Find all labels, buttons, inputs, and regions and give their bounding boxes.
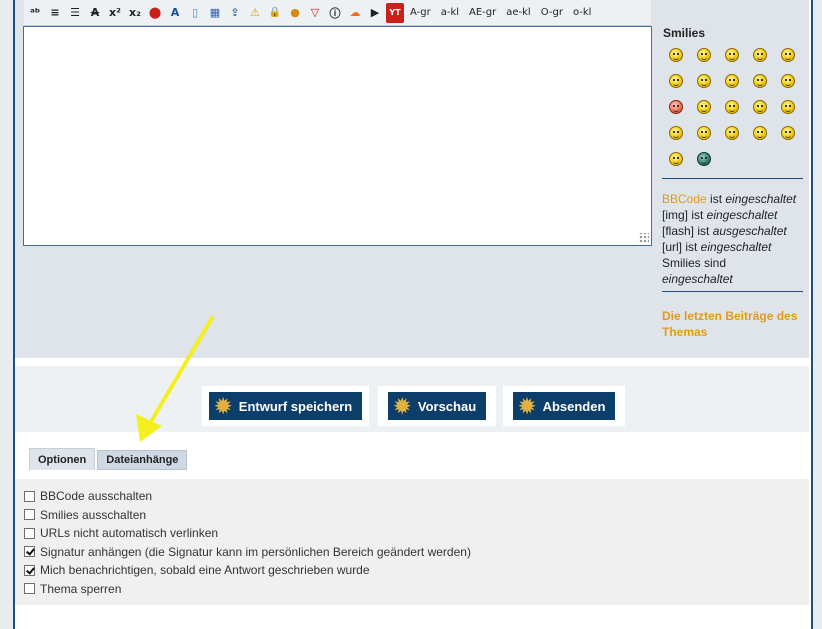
O-gr-button[interactable]: O-gr <box>537 3 567 23</box>
confused-icon[interactable] <box>753 74 767 88</box>
divider <box>662 178 803 179</box>
mad-icon[interactable] <box>669 100 683 114</box>
soundcloud-icon[interactable]: ☁ <box>346 3 364 23</box>
sad-icon[interactable] <box>725 48 739 62</box>
smilies-grid <box>669 48 804 166</box>
alien-icon[interactable] <box>697 152 711 166</box>
o-kl-button[interactable]: o-kl <box>569 3 595 23</box>
smile-icon[interactable] <box>669 48 683 62</box>
superscript-icon[interactable]: x² <box>106 3 124 23</box>
disable-magic-url-checkbox[interactable] <box>24 527 35 539</box>
attach-signature-checkbox[interactable] <box>24 546 35 558</box>
subscript-icon[interactable]: x₂ <box>126 3 144 23</box>
eek-icon[interactable] <box>781 48 795 62</box>
preview-button-wrap: Vorschau <box>378 386 496 426</box>
option-attach-signature: Signatur anhängen (die Signatur kann im … <box>24 543 471 562</box>
neutral2-icon[interactable] <box>669 152 683 166</box>
a-kl-button[interactable]: a-kl <box>437 3 463 23</box>
forum-logo-icon <box>215 394 233 419</box>
frown-icon[interactable] <box>697 100 711 114</box>
lock-icon[interactable]: 🔒 <box>266 3 284 23</box>
idea-icon[interactable] <box>753 126 767 140</box>
disable-bbcode-checkbox[interactable] <box>24 490 35 502</box>
option-notify: Mich benachrichtigen, sobald eine Antwor… <box>24 561 471 580</box>
question-icon[interactable] <box>725 126 739 140</box>
notify-checkbox[interactable] <box>24 564 35 576</box>
font-icon[interactable]: A <box>166 3 184 23</box>
evil-icon[interactable] <box>725 100 739 114</box>
cool-icon[interactable] <box>697 74 711 88</box>
bbcode-link[interactable]: BBCode <box>662 192 707 206</box>
option-lock-topic: Thema sperren <box>24 580 471 599</box>
preview-button[interactable]: Vorschau <box>387 392 487 420</box>
bbcode-status: BBCode ist eingeschaltet [img] ist einge… <box>662 192 797 286</box>
twisted-icon[interactable] <box>753 100 767 114</box>
forum-logo-icon <box>394 394 412 419</box>
submit-button-wrap: Absenden <box>503 386 625 426</box>
submit-buttons-bar: Entwurf speichern Vorschau Absenden <box>15 358 809 432</box>
wink-icon[interactable] <box>669 126 683 140</box>
last-posts-link[interactable]: Die letzten Beiträge des Themas <box>662 308 804 340</box>
ae-kl-button[interactable]: ae-kl <box>502 3 534 23</box>
info-icon[interactable]: ⓘ <box>326 3 344 23</box>
rolleyes-icon[interactable] <box>781 100 795 114</box>
spellcheck-icon[interactable]: ᵃᵇ <box>26 3 44 23</box>
resize-handle[interactable] <box>639 233 649 243</box>
happy-icon[interactable] <box>725 74 739 88</box>
AE-gr-button[interactable]: AE-gr <box>465 3 500 23</box>
down-arrow-icon[interactable]: ▽ <box>306 3 324 23</box>
forum-logo-icon <box>519 394 537 419</box>
neutral-icon[interactable] <box>669 74 683 88</box>
message-textarea[interactable] <box>23 26 652 246</box>
warning-icon[interactable]: ⚠ <box>246 3 264 23</box>
option-disable-magic-url: URLs nicht automatisch verlinken <box>24 524 471 543</box>
submit-button[interactable]: Absenden <box>512 392 616 420</box>
tab-options[interactable]: Optionen <box>29 448 96 470</box>
editor-sidebar: Smilies BBCode ist eingeschaltet [img] i… <box>662 26 804 340</box>
draft-button-wrap: Entwurf speichern <box>202 386 369 426</box>
option-disable-smilies: Smilies ausschalten <box>24 506 471 525</box>
razz-icon[interactable] <box>781 74 795 88</box>
youtube-icon[interactable]: YT <box>386 2 404 23</box>
format-toolbar: ᵃᵇ ≡ ☰ A x² x₂ ⬤ A ▯ ▦ ⇪ ⚠ 🔒 ● ▽ ⓘ ☁ ▶ Y… <box>24 0 651 26</box>
tab-attachments[interactable]: Dateianhänge <box>97 450 188 470</box>
strikethrough-icon[interactable]: A <box>86 3 104 23</box>
options-tabs: Optionen Dateianhänge <box>29 448 188 470</box>
surprised-icon[interactable] <box>753 48 767 62</box>
align-justify-icon[interactable]: ≡ <box>46 3 64 23</box>
divider <box>662 291 803 292</box>
grin-icon[interactable] <box>697 48 711 62</box>
option-disable-bbcode: BBCode ausschalten <box>24 487 471 506</box>
save-draft-button[interactable]: Entwurf speichern <box>208 392 363 420</box>
glass-icon[interactable]: ▯ <box>186 3 204 23</box>
speech-icon[interactable]: ● <box>286 3 304 23</box>
smilies-heading: Smilies <box>663 26 706 40</box>
upload-icon[interactable]: ⇪ <box>226 3 244 23</box>
gradient-icon[interactable]: ▦ <box>206 3 224 23</box>
options-list: BBCode ausschalten Smilies ausschalten U… <box>24 487 471 598</box>
disable-smilies-checkbox[interactable] <box>24 509 35 521</box>
align-left-icon[interactable]: ☰ <box>66 3 84 23</box>
arrow-icon[interactable] <box>781 126 795 140</box>
exclaim-icon[interactable] <box>697 126 711 140</box>
A-gr-button[interactable]: A-gr <box>406 3 435 23</box>
lock-topic-checkbox[interactable] <box>24 583 35 595</box>
acrobat-icon[interactable]: ⬤ <box>146 3 164 23</box>
play-icon[interactable]: ▶ <box>366 3 384 23</box>
